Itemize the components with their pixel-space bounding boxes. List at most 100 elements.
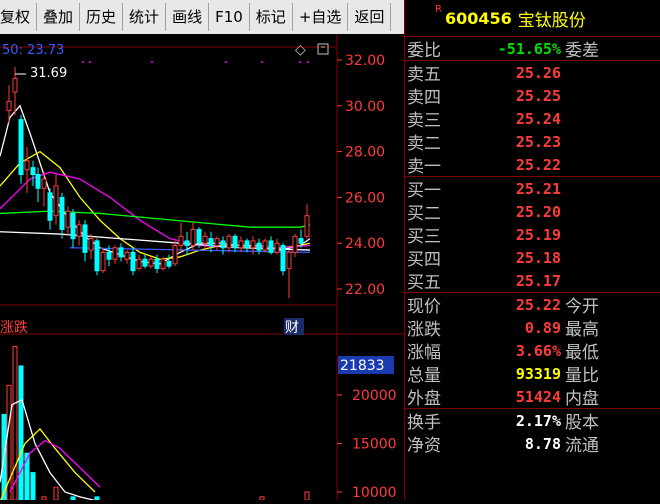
stat-value: 51424: [515, 387, 561, 406]
toolbar-button[interactable]: 返回: [348, 3, 392, 31]
candle-body: [53, 185, 59, 217]
candle-body: [268, 240, 274, 253]
chart-area[interactable]: 50: 23.73 31.69 ◇ 32.00 30.00 28.00 26.00 24…: [0, 34, 404, 503]
cai-tag[interactable]: 财: [285, 320, 299, 336]
chart-toolbar: 复权 叠加 历史 统计 画线 F10 标记 +自选 返回: [0, 0, 404, 35]
stat-label: 涨跌: [407, 320, 441, 340]
stat-label: 现价: [407, 297, 441, 317]
price-tick-label: 24.00: [345, 236, 385, 252]
stat-row: 换手 2.17% 股本: [405, 409, 660, 434]
stat-row: 外盘 51424 内盘: [405, 385, 660, 410]
volume-tick-label: 10000: [352, 485, 397, 500]
candle-body: [142, 258, 148, 267]
diamond-icon[interactable]: ◇: [295, 42, 306, 58]
sell-level-row[interactable]: 卖一 25.22: [405, 153, 660, 178]
toolbar-button[interactable]: 统计: [123, 3, 167, 31]
buy-level-label: 买一: [407, 181, 441, 201]
r-mark: R: [435, 4, 442, 15]
stat-label2: 最高: [565, 320, 599, 340]
stat-value: 3.66%: [515, 341, 561, 360]
stat-label: 外盘: [407, 389, 441, 409]
candle-body: [256, 242, 262, 251]
stock-title: R 600456 宝钛股份: [405, 0, 660, 37]
candle-body: [12, 77, 18, 93]
buy-level-row[interactable]: 买四 25.18: [405, 246, 660, 271]
stat-row: 净资 8.78 流通: [405, 432, 660, 457]
sell-level-price: 25.25: [515, 86, 561, 105]
candle-body: [166, 261, 172, 267]
candle-body: [232, 235, 238, 249]
candle-body: [292, 235, 298, 253]
sell-level-row[interactable]: 卖三 25.24: [405, 107, 660, 132]
buy-level-row[interactable]: 买二 25.20: [405, 200, 660, 225]
candle-body: [88, 238, 94, 251]
candle-body: [304, 215, 310, 237]
sell-level-label: 卖五: [407, 65, 441, 85]
ma-label: 50: 23.73: [2, 43, 64, 58]
sell-orders: 卖五 25.26 卖四 25.25 卖三 25.24 卖二 25.23 卖一 25.22: [405, 61, 660, 177]
candle-body: [6, 100, 12, 111]
buy-level-row[interactable]: 买三 25.19: [405, 223, 660, 248]
buy-level-price: 25.21: [515, 179, 561, 198]
candle-body: [94, 240, 100, 272]
stat-row: 总量 93319 量比: [405, 362, 660, 387]
zhangdie-tag[interactable]: 涨跌: [0, 320, 28, 336]
buy-level-row[interactable]: 买一 25.21: [405, 177, 660, 202]
candle-body: [70, 212, 76, 240]
stat-label: 净资: [407, 436, 441, 456]
weibi-label: 委比: [407, 41, 441, 61]
high-label: 31.69: [30, 66, 67, 81]
candle-body: [202, 235, 208, 244]
stat-value: 8.78: [524, 434, 561, 453]
volume-current-value: 21833: [340, 358, 385, 374]
volume-bar: [30, 472, 36, 501]
candle-body: [178, 235, 184, 246]
candle-body: [82, 224, 88, 253]
volume-tick-label: 15000: [352, 437, 397, 453]
toolbar-button[interactable]: 叠加: [37, 3, 81, 31]
price-tick-label: 28.00: [345, 145, 385, 161]
weibi-value: -51.65%: [497, 39, 561, 58]
candle-body: [214, 238, 220, 246]
buy-level-price: 25.18: [515, 248, 561, 267]
toolbar-button[interactable]: 画线: [166, 3, 210, 31]
stat-value: 25.22: [515, 295, 561, 314]
stat-label2: 量比: [565, 366, 599, 386]
buy-level-row[interactable]: 买五 25.17: [405, 269, 660, 294]
toolbar-button[interactable]: 标记: [250, 3, 293, 31]
price-tick-label: 22.00: [345, 282, 385, 298]
sell-level-row[interactable]: 卖四 25.25: [405, 84, 660, 109]
candle-body: [100, 251, 106, 272]
stat-label: 总量: [407, 366, 441, 386]
candle-body: [298, 238, 304, 244]
candle-body: [250, 240, 256, 249]
toolbar-button[interactable]: F10: [209, 3, 250, 31]
stock-name: 宝钛股份: [517, 10, 586, 31]
candle-body: [18, 119, 24, 175]
sell-level-price: 25.26: [515, 63, 561, 82]
sell-level-row[interactable]: 卖五 25.26: [405, 61, 660, 86]
candle-body: [154, 258, 160, 269]
toolbar-button[interactable]: 历史: [80, 3, 124, 31]
candle-body: [112, 247, 118, 260]
candle-body: [244, 240, 250, 249]
stat-label: 换手: [407, 413, 441, 433]
toolbar-button[interactable]: 复权: [0, 3, 38, 31]
candle-body: [208, 238, 214, 246]
candle-body: [160, 258, 166, 269]
price-tick-label: 30.00: [345, 99, 385, 115]
sell-level-price: 25.24: [515, 109, 561, 128]
candle-body: [238, 240, 244, 249]
volume-bar: [53, 486, 59, 501]
stat-value: 93319: [515, 364, 561, 383]
sell-level-row[interactable]: 卖二 25.23: [405, 130, 660, 155]
candle-body: [124, 251, 130, 260]
candle-body: [76, 224, 82, 237]
stat-label2: 流通: [565, 436, 599, 456]
candle-body: [30, 167, 36, 176]
candle-body: [59, 196, 65, 230]
sell-level-price: 25.22: [515, 155, 561, 174]
buy-orders: 买一 25.21 买二 25.20 买三 25.19 买四 25.18 买五 25.17: [405, 177, 660, 293]
toolbar-button[interactable]: +自选: [293, 3, 349, 31]
price-tick-label: 26.00: [345, 190, 385, 206]
